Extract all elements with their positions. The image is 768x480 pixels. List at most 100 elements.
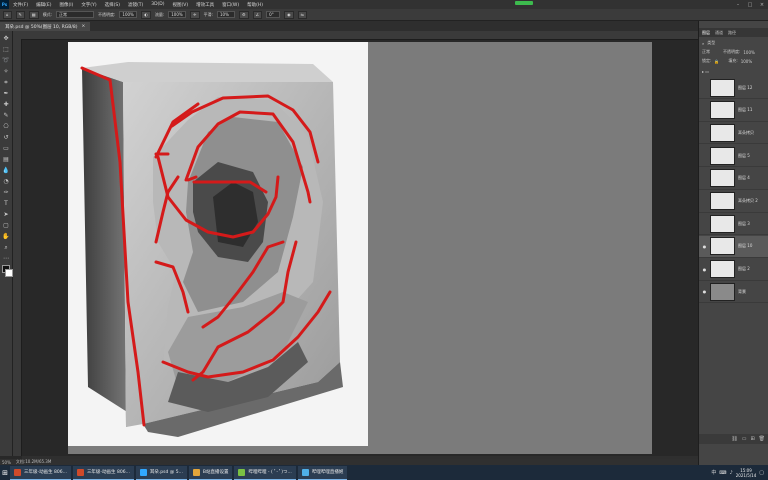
menu-view[interactable]: 视图(V) bbox=[169, 2, 193, 8]
home-icon[interactable]: ⌂ bbox=[3, 10, 12, 19]
menu-type[interactable]: 文字(Y) bbox=[77, 2, 100, 8]
layer-row[interactable]: 图层 11 bbox=[699, 100, 768, 122]
layer-row[interactable]: 图层 3 bbox=[699, 213, 768, 236]
menu-help[interactable]: 帮助(H) bbox=[243, 2, 267, 8]
airbrush-icon[interactable]: ✈ bbox=[190, 10, 200, 19]
layer-row[interactable]: ● 图层 2 bbox=[699, 259, 768, 281]
network-icon[interactable]: ⌨ bbox=[719, 470, 726, 476]
brush-preset-icon[interactable]: ✎ bbox=[15, 10, 25, 19]
taskbar-item[interactable]: 哔哩哔哩直播姬 bbox=[297, 465, 348, 480]
type-tool-icon[interactable]: T bbox=[2, 199, 11, 208]
gradient-tool-icon[interactable]: ▤ bbox=[2, 155, 11, 164]
smoothing-field[interactable]: 10% bbox=[216, 11, 235, 18]
zoom-level[interactable]: 50% bbox=[2, 460, 11, 465]
visibility-eye-icon[interactable]: ● bbox=[699, 235, 710, 257]
clock[interactable]: 15:09 2021/5/14 bbox=[736, 468, 757, 478]
flow-field[interactable]: 100% bbox=[168, 11, 187, 18]
visibility-eye-icon[interactable]: ● bbox=[699, 281, 710, 303]
taskbar-item[interactable]: 哔哩哔哩 - ( ﾟ- ﾟ)つ... bbox=[234, 465, 296, 480]
visibility-eye-icon[interactable] bbox=[699, 122, 710, 144]
dodge-tool-icon[interactable]: ◔ bbox=[2, 177, 11, 186]
taskbar-item[interactable]: 耳朵.psd @ 5... bbox=[135, 465, 187, 480]
close-icon[interactable]: × bbox=[756, 0, 768, 9]
mode-select[interactable]: 正常 bbox=[56, 11, 95, 18]
layer-row[interactable]: ● 图层 10 bbox=[699, 235, 768, 258]
menu-file[interactable]: 文件(F) bbox=[9, 2, 32, 8]
pen-tool-icon[interactable]: ✑ bbox=[2, 188, 11, 197]
notification-icon[interactable]: ▢ bbox=[759, 470, 764, 476]
marquee-tool-icon[interactable]: ⬚ bbox=[2, 45, 11, 54]
menu-image[interactable]: 图像(I) bbox=[55, 2, 77, 8]
visibility-eye-icon[interactable] bbox=[699, 77, 710, 99]
more-tools-icon[interactable]: ⋯ bbox=[2, 254, 11, 263]
menu-select[interactable]: 选择(S) bbox=[101, 2, 124, 8]
start-button-icon[interactable]: ⊞ bbox=[0, 465, 10, 480]
close-tab-icon[interactable]: × bbox=[81, 24, 85, 29]
taskbar-item[interactable]: 三年级-动画生 806... bbox=[10, 465, 71, 480]
new-group-icon[interactable]: ▭ bbox=[742, 436, 747, 442]
visibility-eye-icon[interactable]: ● bbox=[699, 258, 710, 280]
shape-tool-icon[interactable]: ▢ bbox=[2, 221, 11, 230]
layer-row[interactable]: 图层 5 bbox=[699, 145, 768, 168]
tab-channels[interactable]: 通道 bbox=[715, 30, 723, 36]
input-language[interactable]: 中 bbox=[711, 469, 716, 476]
maximize-icon[interactable]: □ bbox=[744, 0, 756, 9]
visibility-eye-icon[interactable] bbox=[699, 190, 710, 212]
taskbar-item[interactable]: 三年级-动画生 806... bbox=[72, 465, 134, 480]
menu-filter[interactable]: 滤镜(T) bbox=[124, 2, 147, 8]
brush-tool-icon[interactable]: ✎ bbox=[2, 111, 11, 120]
layer-thumbnail bbox=[710, 146, 735, 165]
layer-opacity-field[interactable]: 100% bbox=[743, 50, 754, 55]
layer-kind-filter[interactable]: 类型 bbox=[707, 40, 715, 46]
move-tool-icon[interactable]: ✥ bbox=[2, 34, 11, 43]
brush-panel-icon[interactable]: ▦ bbox=[28, 10, 39, 19]
eyedropper-tool-icon[interactable]: ✒ bbox=[2, 89, 11, 98]
pressure-size-icon[interactable]: ◉ bbox=[284, 10, 294, 19]
layer-row[interactable]: 耳朵拷贝 bbox=[699, 122, 768, 145]
layer-row[interactable]: 耳朵拷贝 2 bbox=[699, 191, 768, 213]
visibility-eye-icon[interactable] bbox=[699, 145, 710, 167]
lasso-tool-icon[interactable]: ➰ bbox=[2, 56, 11, 65]
menu-3d[interactable]: 3D(D) bbox=[147, 2, 168, 7]
fill-field[interactable]: 100% bbox=[741, 59, 752, 64]
layer-row[interactable]: ● 背景 bbox=[699, 281, 768, 304]
link-layers-icon[interactable]: ⛓ bbox=[731, 436, 737, 442]
menu-plugins[interactable]: 增效工具 bbox=[192, 2, 218, 8]
hand-tool-icon[interactable]: ✋ bbox=[2, 232, 11, 241]
healing-tool-icon[interactable]: ✚ bbox=[2, 100, 11, 109]
layer-thumbnail bbox=[710, 169, 735, 188]
blend-mode-select[interactable]: 正常 bbox=[702, 49, 710, 55]
stamp-tool-icon[interactable]: ⎔ bbox=[2, 122, 11, 131]
layer-row[interactable]: 图层 4 bbox=[699, 168, 768, 190]
opacity-field[interactable]: 100% bbox=[119, 11, 138, 18]
history-brush-icon[interactable]: ↺ bbox=[2, 133, 11, 142]
layer-row[interactable]: 图层 12 bbox=[699, 77, 768, 99]
volume-icon[interactable]: ♪ bbox=[730, 470, 733, 476]
eraser-tool-icon[interactable]: ▭ bbox=[2, 144, 11, 153]
menu-edit[interactable]: 编辑(E) bbox=[32, 2, 55, 8]
delete-layer-icon[interactable]: 🗑 bbox=[759, 436, 765, 442]
path-select-tool-icon[interactable]: ➤ bbox=[2, 210, 11, 219]
layer-group-row[interactable]: ▸ ▭ bbox=[699, 67, 768, 75]
tab-layers[interactable]: 图层 bbox=[702, 30, 710, 36]
crop-tool-icon[interactable]: ⌗ bbox=[2, 78, 11, 87]
visibility-eye-icon[interactable] bbox=[699, 99, 710, 121]
blur-tool-icon[interactable]: 💧 bbox=[2, 166, 11, 175]
minimize-icon[interactable]: – bbox=[732, 0, 744, 9]
color-swatches-icon[interactable] bbox=[1, 265, 13, 277]
angle-field[interactable]: 0° bbox=[266, 11, 281, 18]
new-layer-icon[interactable]: ⊞ bbox=[750, 436, 754, 442]
quick-select-tool-icon[interactable]: ✧ bbox=[2, 67, 11, 76]
zoom-tool-icon[interactable]: ⌕ bbox=[2, 243, 11, 252]
visibility-eye-icon[interactable] bbox=[699, 213, 710, 235]
menu-window[interactable]: 窗口(W) bbox=[218, 2, 243, 8]
app-icon bbox=[14, 468, 21, 476]
symmetry-icon[interactable]: ⇋ bbox=[297, 10, 308, 19]
document-tab[interactable]: 耳朵.psd @ 50%(图层 10, RGB/8) × bbox=[0, 22, 91, 31]
lock-icon[interactable]: 🔒 bbox=[714, 59, 719, 64]
tab-paths[interactable]: 路径 bbox=[728, 30, 736, 36]
visibility-eye-icon[interactable] bbox=[699, 167, 710, 189]
pressure-opacity-icon[interactable]: ◐ bbox=[141, 10, 151, 19]
smoothing-settings-icon[interactable]: ⚙ bbox=[238, 10, 249, 19]
taskbar-item[interactable]: B站直播设置 bbox=[188, 465, 233, 480]
